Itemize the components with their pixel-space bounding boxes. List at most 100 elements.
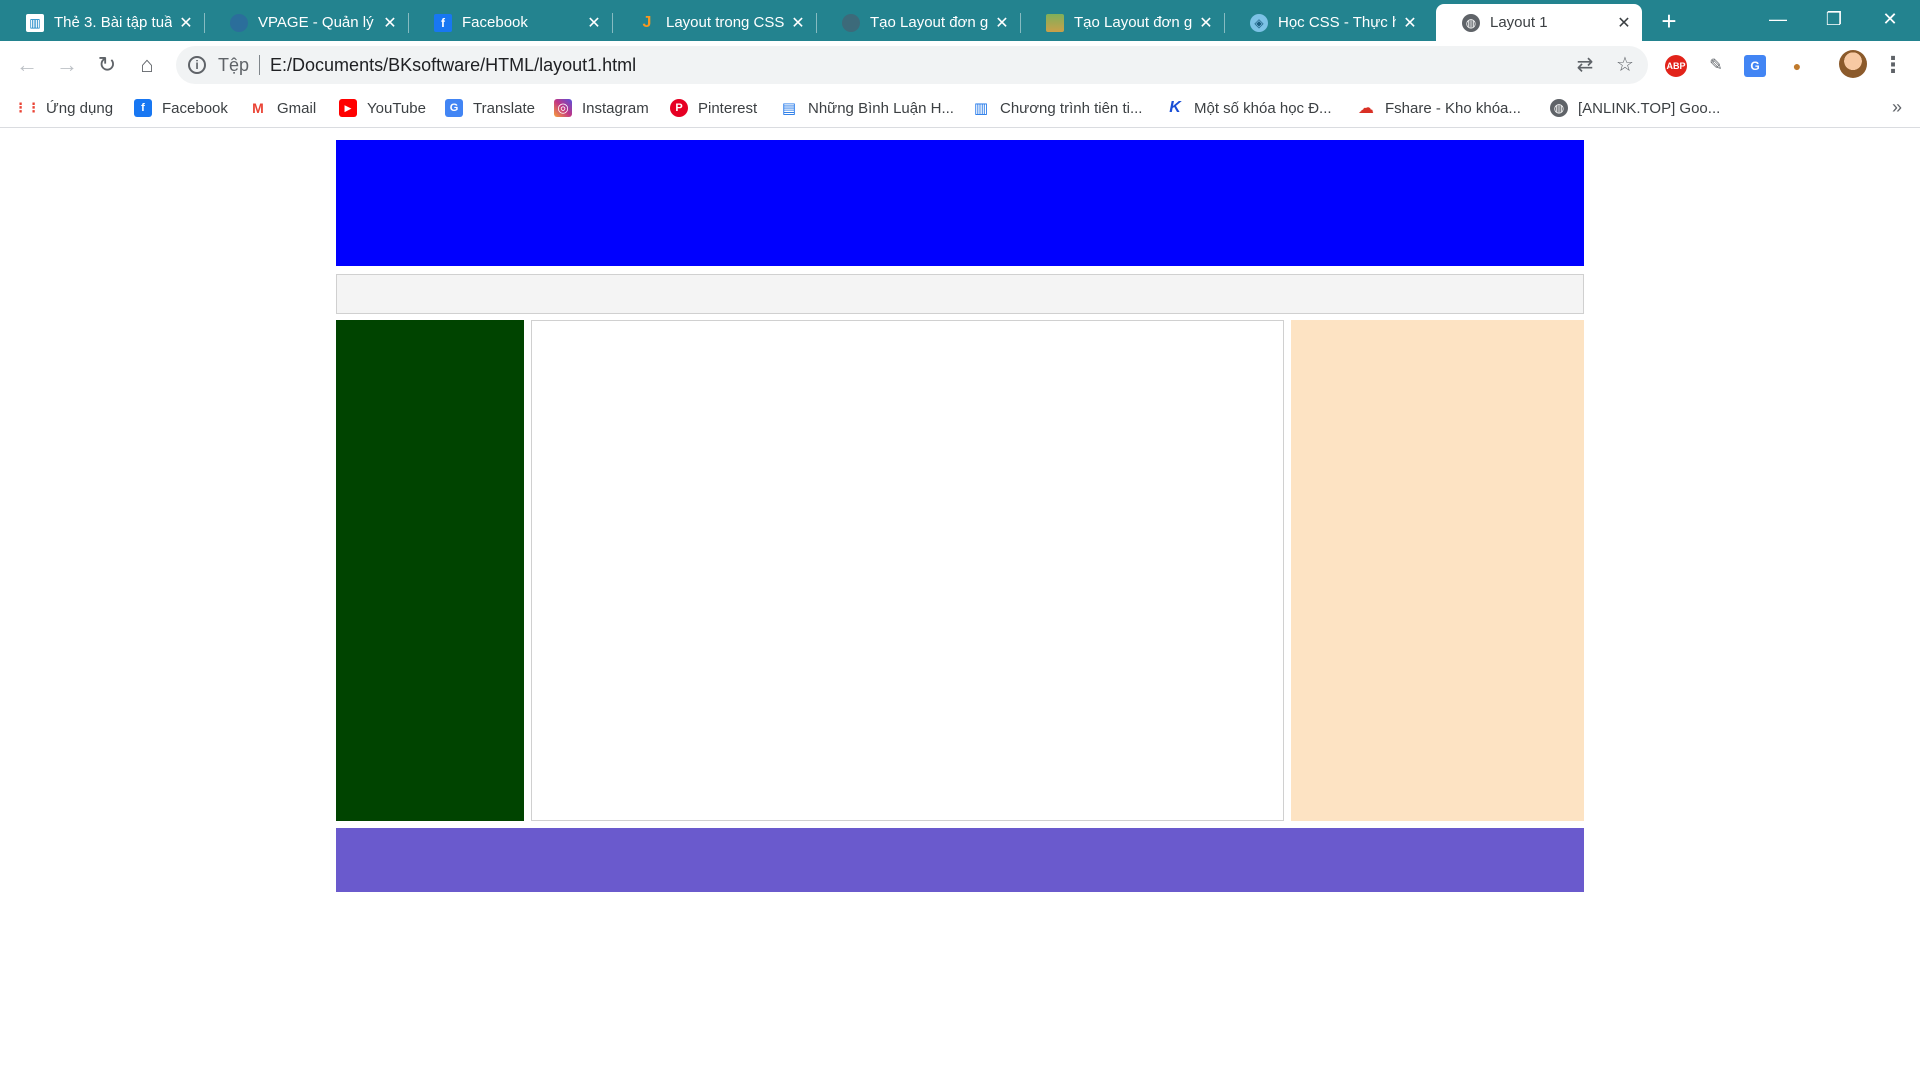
bookmark-binh-luan[interactable]: ▤ Những Bình Luận H...	[780, 97, 954, 119]
bookmark-label: Những Bình Luận H...	[808, 99, 954, 117]
bookmark-label: Chương trình tiên ti...	[1000, 99, 1143, 117]
browser-toolbar: ← → ↻ ⌂ i Tệp E:/Documents/BKsoftware/HT…	[0, 41, 1920, 89]
tab-close-icon[interactable]: ✕	[790, 13, 806, 33]
tab-hoc-css[interactable]: ◈ Học CSS - Thực hà ✕	[1224, 4, 1428, 41]
bookmarks-bar: ⋮⋮ Ứng dụng f Facebook M Gmail ▶ YouTube…	[0, 89, 1920, 128]
bookmarks-overflow-icon[interactable]: »	[1892, 97, 1902, 118]
youtube-icon: ▶	[339, 99, 357, 117]
book-icon: ▤	[781, 100, 797, 117]
omnibox-divider	[259, 55, 261, 75]
tab-vpage[interactable]: VPAGE - Quản lý h ✕	[204, 4, 409, 41]
translate-page-icon[interactable]: ⇄	[1574, 54, 1596, 76]
instagram-icon: ◎	[554, 99, 572, 117]
bookmark-gmail[interactable]: M Gmail	[249, 97, 316, 119]
close-window-button[interactable]: ✕	[1862, 0, 1918, 40]
tab-close-icon[interactable]: ✕	[1616, 13, 1632, 33]
forward-button[interactable]: →	[51, 49, 83, 81]
tab-close-icon[interactable]: ✕	[1402, 13, 1418, 33]
layout-header	[336, 140, 1584, 266]
bookmark-facebook[interactable]: f Facebook	[134, 97, 228, 119]
back-button[interactable]: ←	[11, 49, 43, 81]
bookmark-translate[interactable]: G Translate	[445, 97, 535, 119]
translate-icon: G	[445, 99, 463, 117]
image-icon	[1046, 13, 1064, 32]
cookie-icon[interactable]: ●	[1786, 55, 1808, 77]
browser-menu-icon[interactable]: ⋮	[1882, 50, 1904, 80]
github-icon	[842, 13, 860, 32]
tab-layout-css[interactable]: J Layout trong CSS ✕	[612, 4, 817, 41]
k-icon: K	[1169, 99, 1181, 116]
cloud-icon: ☁	[1358, 100, 1374, 117]
bookmark-label: YouTube	[367, 99, 426, 117]
bookmark-chuong-trinh[interactable]: ▥ Chương trình tiên ti...	[972, 97, 1143, 119]
layout-main-content	[531, 320, 1284, 821]
site-info-icon[interactable]: i	[188, 56, 206, 74]
minimize-button[interactable]: —	[1750, 0, 1806, 40]
address-bar[interactable]: i Tệp E:/Documents/BKsoftware/HTML/layou…	[176, 46, 1648, 84]
bookmark-anlink[interactable]: ◍ [ANLINK.TOP] Goo...	[1550, 97, 1720, 119]
pinterest-icon: P	[670, 99, 688, 117]
tab-title: Layout trong CSS	[666, 14, 784, 31]
tab-title: Tạo Layout đơn gi	[870, 14, 988, 31]
profile-avatar[interactable]	[1839, 50, 1867, 78]
bookmark-youtube[interactable]: ▶ YouTube	[339, 97, 426, 119]
restore-button[interactable]: ❐	[1806, 0, 1862, 40]
apps-grid-icon: ⋮⋮	[14, 100, 40, 115]
bookmark-instagram[interactable]: ◎ Instagram	[554, 97, 649, 119]
facebook-icon: f	[134, 99, 152, 117]
tab-layout-1[interactable]: ◍ Layout 1 ✕	[1436, 4, 1642, 41]
bookmark-fshare[interactable]: ☁ Fshare - Kho khóa...	[1357, 97, 1521, 119]
new-tab-button[interactable]: +	[1654, 7, 1684, 37]
tab-close-icon[interactable]: ✕	[178, 13, 194, 33]
bookmark-label: Ứng dụng	[46, 99, 114, 117]
google-translate-icon[interactable]: G	[1744, 55, 1766, 77]
bookmark-label: Gmail	[277, 99, 317, 117]
bookmark-label: Facebook	[162, 99, 228, 117]
layout-footer	[336, 828, 1584, 892]
globe-icon: ◍	[1462, 13, 1480, 32]
bookmark-label: Một số khóa học Đ...	[1194, 99, 1332, 117]
tab-strip: ▥ Thẻ 3. Bài tập tuần ✕ VPAGE - Quản lý …	[0, 0, 1920, 41]
color-picker-icon[interactable]: ✎	[1705, 55, 1727, 77]
vpage-icon	[230, 13, 248, 32]
tab-title: VPAGE - Quản lý h	[258, 14, 376, 31]
page-viewport	[0, 128, 1920, 1080]
trello-icon: ▥	[26, 13, 44, 32]
bookmark-label: Translate	[473, 99, 535, 117]
scheme-label: Tệp	[218, 54, 250, 75]
tab-title: Facebook	[462, 14, 528, 31]
bookmark-label: Pinterest	[698, 99, 758, 117]
tab-title: Layout 1	[1490, 14, 1548, 31]
layout-icon: ▥	[973, 100, 989, 117]
facebook-icon: f	[434, 13, 452, 32]
tab-title: Thẻ 3. Bài tập tuần	[54, 14, 172, 31]
bookmark-khoa-hoc[interactable]: K Một số khóa học Đ...	[1166, 97, 1332, 119]
layout-nav	[336, 274, 1584, 314]
tab-tao-layout-1[interactable]: Tạo Layout đơn gi ✕	[816, 4, 1021, 41]
layout-right-sidebar	[1291, 320, 1584, 821]
bookmark-star-icon[interactable]: ☆	[1614, 54, 1636, 76]
css-icon: ◈	[1250, 13, 1268, 32]
adblock-plus-icon[interactable]: ABP	[1665, 55, 1687, 77]
tab-facebook[interactable]: f Facebook ✕	[408, 4, 613, 41]
tab-title: Học CSS - Thực hà	[1278, 14, 1396, 31]
tab-close-icon[interactable]: ✕	[586, 13, 602, 33]
bookmark-label: Instagram	[582, 99, 649, 117]
tab-trello[interactable]: ▥ Thẻ 3. Bài tập tuần ✕	[0, 4, 205, 41]
globe-icon: ◍	[1550, 99, 1568, 117]
home-button[interactable]: ⌂	[131, 49, 163, 81]
bookmark-apps[interactable]: ⋮⋮ Ứng dụng	[14, 97, 114, 119]
bookmark-pinterest[interactable]: P Pinterest	[670, 97, 757, 119]
tab-close-icon[interactable]: ✕	[1198, 13, 1214, 33]
bookmark-label: Fshare - Kho khóa...	[1385, 99, 1521, 117]
tab-close-icon[interactable]: ✕	[994, 13, 1010, 33]
gmail-icon: M	[252, 100, 264, 116]
tab-close-icon[interactable]: ✕	[382, 13, 398, 33]
reload-button[interactable]: ↻	[91, 49, 123, 81]
java-icon: J	[642, 13, 652, 31]
tab-title: Tạo Layout đơn gi	[1074, 14, 1192, 31]
url-text[interactable]: E:/Documents/BKsoftware/HTML/layout1.htm…	[270, 55, 636, 76]
layout-left-sidebar	[336, 320, 524, 821]
tab-tao-layout-2[interactable]: Tạo Layout đơn gi ✕	[1020, 4, 1225, 41]
bookmark-label: [ANLINK.TOP] Goo...	[1578, 99, 1721, 117]
